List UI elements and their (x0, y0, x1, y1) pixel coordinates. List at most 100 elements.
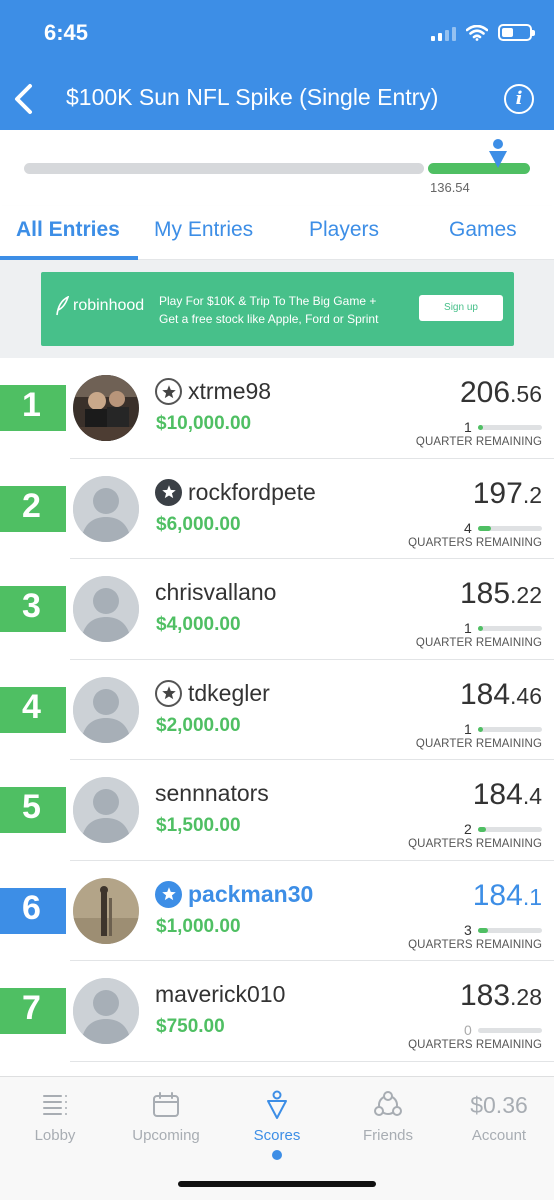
account-balance: $0.36 (470, 1092, 528, 1118)
avatar[interactable] (73, 475, 139, 542)
username[interactable]: packman30 (188, 881, 313, 908)
progress-value: 136.54 (430, 180, 470, 195)
avatar[interactable] (73, 676, 139, 743)
score-integer: 197 (472, 476, 523, 510)
list-icon (43, 1095, 67, 1115)
tab-players[interactable]: Players (309, 218, 379, 242)
username-group: tdkegler (155, 679, 270, 707)
star-icon (155, 478, 182, 506)
remaining-bar-fill (478, 626, 484, 631)
prize-amount: $1,000.00 (156, 915, 241, 937)
username-group: rockfordpete (155, 478, 316, 506)
username-group: sennnators (155, 780, 269, 807)
chevron-left-icon (15, 84, 32, 114)
info-icon: i (515, 88, 523, 109)
nav-friends[interactable]: Friends (333, 1089, 443, 1144)
remaining-bar (478, 927, 542, 933)
remaining-bar-fill (478, 425, 484, 430)
ad-text-line1: Play For $10K & Trip To The Big Game + (159, 294, 377, 308)
leaderboard-row[interactable]: 4 tdkegler $2,000.00 184.46 1 QUARTER REMAINI… (0, 660, 554, 760)
status-icons (431, 24, 535, 41)
row-divider (70, 1060, 554, 1062)
nav-account[interactable]: $0.36 Account (444, 1089, 554, 1144)
username[interactable]: sennnators (155, 780, 269, 807)
leaderboard-row[interactable]: 3 chrisvallano $4,000.00 185.22 1 QUARTER REM… (0, 559, 554, 660)
star-icon (155, 880, 182, 908)
ad-text-line2: Get a free stock like Apple, Ford or Spr… (159, 312, 379, 326)
nav-upcoming[interactable]: Upcoming (111, 1089, 221, 1144)
username[interactable]: chrisvallano (155, 579, 276, 606)
contest-progress: 136.54 (0, 130, 554, 200)
friends-icon (374, 1091, 402, 1116)
prize-amount: $6,000.00 (156, 513, 241, 535)
remaining-bar (478, 827, 542, 832)
battery-icon (498, 24, 535, 41)
remaining-count: 3 (464, 921, 472, 938)
back-button[interactable] (10, 80, 40, 120)
nav-scores[interactable]: Scores (222, 1089, 332, 1160)
leaderboard-row[interactable]: 1 xtrme98 $10,000.00 206.56 1 QUARTER REMAINI… (0, 358, 554, 459)
remaining-count: 1 (464, 419, 472, 435)
leaderboard-row[interactable]: 5 sennnators $1,500.00 184.4 2 QUARTERS REMAI… (0, 760, 554, 861)
prize-amount: $10,000.00 (156, 413, 252, 434)
tab-all-entries[interactable]: All Entries (16, 218, 120, 242)
tab-bar: All Entries My Entries Players Games (0, 206, 554, 260)
remaining-count: 2 (464, 821, 472, 837)
fantasy-score: 206.56 (460, 376, 542, 410)
fantasy-score: 197.2 (473, 477, 542, 511)
remaining-count: 1 (464, 720, 472, 737)
header-bar: 6:45 $100K Sun NFL Spike (Single Entry) … (0, 0, 554, 130)
avatar[interactable] (73, 777, 139, 843)
signal-icon (431, 25, 456, 41)
username[interactable]: tdkegler (188, 680, 270, 707)
score-decimal: .46 (510, 682, 542, 709)
tab-games[interactable]: Games (449, 218, 517, 242)
tab-my-entries[interactable]: My Entries (154, 218, 253, 242)
person-pin-icon (489, 139, 507, 168)
robinhood-logo: robinhood (55, 296, 144, 316)
remaining-bar (478, 525, 542, 531)
leaderboard-row[interactable]: 2 rockfordpete $6,000.00 197.2 4 QUARTERS REM… (0, 459, 554, 559)
star-icon (155, 679, 182, 707)
rank-number: 2 (22, 486, 41, 525)
active-nav-dot (272, 1150, 282, 1160)
score-decimal: .4 (522, 783, 542, 809)
score-integer: 184 (472, 878, 523, 912)
username[interactable]: xtrme98 (188, 378, 271, 405)
person-pin-icon (267, 1090, 287, 1119)
star-icon (155, 378, 182, 405)
rank-number: 5 (22, 788, 41, 826)
leaderboard-row[interactable]: 6 packman30 $1,000.00 184.1 3 QUARTERS REMAIN… (0, 861, 554, 961)
score-integer: 184 (459, 677, 511, 711)
ad-banner[interactable]: robinhood Play For $10K & Trip To The Bi… (41, 272, 514, 346)
score-decimal: .28 (510, 984, 542, 1010)
avatar[interactable] (73, 877, 139, 944)
leaderboard-row[interactable]: 7 maverick010 $750.00 183.28 0 QUARTERS REMAI… (0, 961, 554, 1062)
remaining-count: 1 (464, 620, 472, 636)
remaining-label: QUARTER REMAINING (415, 737, 542, 750)
fantasy-score: 184.1 (473, 879, 542, 913)
avatar[interactable] (73, 978, 139, 1044)
prize-amount: $4,000.00 (156, 614, 241, 635)
avatar[interactable] (73, 576, 139, 642)
rank-number: 3 (22, 587, 41, 625)
home-indicator (178, 1181, 376, 1187)
wifi-icon (466, 24, 488, 41)
ad-signup-button[interactable]: Sign up (419, 295, 503, 321)
score-integer: 185 (459, 577, 511, 610)
score-decimal: .1 (522, 883, 542, 910)
remaining-bar (478, 425, 542, 430)
nav-lobby[interactable]: Lobby (0, 1089, 110, 1144)
prize-amount: $1,500.00 (156, 815, 241, 836)
score-decimal: .22 (510, 582, 542, 608)
info-button[interactable]: i (504, 84, 534, 114)
username[interactable]: maverick010 (155, 981, 285, 1008)
feather-icon (56, 296, 69, 316)
username-group: xtrme98 (155, 378, 271, 405)
avatar[interactable] (73, 375, 139, 441)
remaining-bar (478, 1028, 542, 1033)
username[interactable]: rockfordpete (188, 479, 316, 506)
remaining-bar-fill (478, 726, 484, 732)
remaining-label: QUARTERS REMAINING (408, 838, 542, 850)
fantasy-score: 183.28 (460, 979, 542, 1013)
